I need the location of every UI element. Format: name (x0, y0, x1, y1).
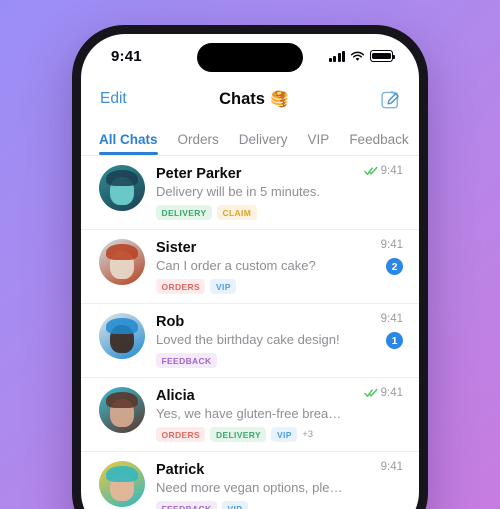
unread-badge: 1 (386, 332, 403, 350)
tab-delivery[interactable]: Delivery (239, 132, 288, 155)
tag-orders[interactable]: ORDERS (156, 279, 206, 295)
status-bar-time: 9:41 (111, 47, 142, 65)
chat-meta-top: 9:41 (363, 387, 403, 400)
phone-screen: 9:41 Edit Chats 🥞 All Chats Orders Deliv… (81, 34, 419, 509)
avatar[interactable] (99, 461, 145, 508)
chat-message-preview: Delivery will be in 5 minutes. (156, 184, 321, 200)
page-title-text: Chats (219, 89, 265, 108)
tag-row: DELIVERY CLAIM (156, 205, 346, 221)
tag-row: ORDERS VIP (156, 279, 346, 295)
status-bar-icons (328, 50, 396, 62)
unread-badge: 2 (386, 258, 403, 276)
tag-row: ORDERS DELIVERY VIP +3 (156, 427, 346, 443)
tag-feedback[interactable]: FEEDBACK (156, 353, 218, 369)
chat-timestamp: 9:41 (380, 239, 403, 252)
tag-overflow-count[interactable]: +3 (302, 429, 313, 440)
chat-body: Peter Parker Delivery will be in 5 minute… (156, 165, 346, 221)
tag-vip[interactable]: VIP (271, 427, 298, 443)
avatar[interactable] (99, 313, 145, 360)
signal-bars-icon (328, 50, 345, 62)
chat-meta-top: 9:41 (363, 165, 403, 177)
tag-vip[interactable]: VIP (210, 279, 237, 295)
chat-name: Sister (156, 240, 197, 257)
chat-timestamp: 9:41 (380, 461, 403, 474)
chat-meta: 9:41 (357, 461, 403, 473)
chat-name: Patrick (156, 462, 205, 479)
chat-message-preview: Yes, we have gluten-free bread available… (156, 406, 346, 422)
tab-feedback[interactable]: Feedback (349, 132, 408, 155)
avatar[interactable] (99, 165, 145, 211)
nav-bar: Edit Chats 🥞 (81, 78, 419, 120)
compose-icon (381, 90, 399, 108)
dynamic-island (197, 43, 303, 72)
chat-meta: 9:41 2 (357, 239, 403, 276)
tag-row: FEEDBACK VIP (156, 501, 346, 509)
avatar-hair (106, 243, 138, 261)
edit-button[interactable]: Edit (100, 90, 127, 108)
battery-icon (370, 50, 396, 62)
chat-body: AliciaYes, we have gluten-free bread ava… (156, 387, 346, 443)
chat-row[interactable]: Rob Loved the birthday cake design! FEEDBA… (81, 304, 419, 379)
chat-meta-top: 9:41 (381, 461, 403, 473)
chat-row[interactable]: AliciaYes, we have gluten-free bread ava… (81, 378, 419, 453)
tab-bar[interactable]: All ChatsOrdersDeliveryVIPFeedbackE (81, 120, 419, 156)
chat-meta: 9:41 (357, 387, 403, 399)
tag-delivery[interactable]: DELIVERY (210, 427, 267, 443)
avatar[interactable] (99, 239, 145, 286)
chat-body: Rob Loved the birthday cake design! FEEDBA… (156, 313, 346, 369)
double-check-icon (363, 388, 378, 398)
chat-row[interactable]: Sister Can I order a custom cake? ORDERS VI… (81, 230, 419, 305)
pancake-emoji-icon: 🥞 (269, 91, 289, 108)
chat-message-preview: Can I order a custom cake? (156, 258, 316, 274)
chat-row[interactable]: Patrick Need more vegan options, please. F… (81, 452, 419, 509)
tab-all-chats[interactable]: All Chats (99, 132, 158, 155)
chat-body: Patrick Need more vegan options, please. F… (156, 461, 346, 509)
page-title: Chats 🥞 (219, 90, 289, 109)
chat-meta-top: 9:41 (381, 313, 403, 325)
tag-row: FEEDBACK (156, 353, 346, 369)
chat-meta-top: 9:41 (381, 239, 403, 251)
chat-meta: 9:41 1 (357, 313, 403, 350)
chat-timestamp: 9:41 (380, 165, 403, 177)
chat-message-preview: Loved the birthday cake design! (156, 332, 340, 348)
chat-timestamp: 9:41 (380, 387, 403, 400)
avatar-hair (106, 465, 138, 483)
tag-feedback[interactable]: FEEDBACK (156, 501, 218, 509)
chat-list[interactable]: Peter Parker Delivery will be in 5 minute… (81, 156, 419, 509)
tag-delivery[interactable]: DELIVERY (156, 205, 212, 221)
compose-button[interactable] (381, 90, 400, 109)
avatar-hair (106, 391, 138, 409)
chat-meta: 9:41 (357, 165, 403, 177)
tab-vip[interactable]: VIP (308, 132, 330, 155)
status-bar: 9:41 (81, 34, 419, 78)
wifi-icon (350, 51, 365, 61)
avatar[interactable] (99, 387, 145, 434)
avatar-hair (106, 317, 138, 335)
chat-name: Peter Parker (156, 166, 242, 182)
chat-body: Sister Can I order a custom cake? ORDERS VI… (156, 239, 346, 295)
chat-name: Alicia (156, 388, 195, 405)
chat-row[interactable]: Peter Parker Delivery will be in 5 minute… (81, 156, 419, 231)
tag-claim[interactable]: CLAIM (217, 205, 257, 221)
tag-orders[interactable]: ORDERS (156, 427, 206, 443)
chat-message-preview: Need more vegan options, please. (156, 480, 346, 496)
tab-orders[interactable]: Orders (178, 132, 219, 155)
phone-frame: 9:41 Edit Chats 🥞 All Chats Orders Deliv… (72, 25, 428, 509)
double-check-icon (363, 166, 378, 175)
tag-vip[interactable]: VIP (222, 501, 248, 509)
chat-timestamp: 9:41 (380, 313, 403, 326)
chat-name: Rob (156, 314, 185, 331)
avatar-hair (106, 169, 138, 187)
